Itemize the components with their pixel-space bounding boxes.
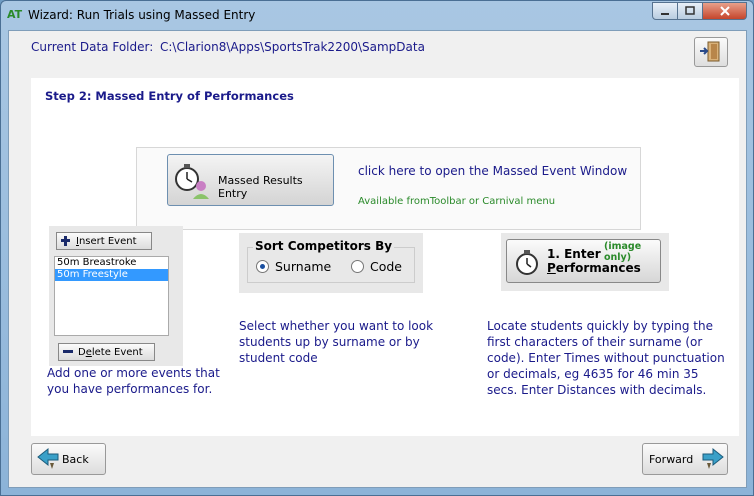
back-arrow-icon (37, 447, 59, 469)
sort-option-code-label: Code (370, 259, 403, 274)
delete-event-label-start: D (78, 346, 86, 358)
exit-button[interactable] (694, 37, 728, 67)
sort-option-surname-label: Surname (275, 259, 332, 274)
forward-arrow-icon (702, 447, 724, 469)
step-title: Step 2: Massed Entry of Performances (45, 89, 294, 103)
sort-option-surname: Surname (256, 259, 331, 274)
sort-description: Select whether you want to look students… (239, 319, 434, 365)
massed-results-entry-label: Massed Results Entry (218, 174, 303, 200)
minimize-icon (661, 13, 669, 15)
title-bar: AT Wizard: Run Trials using Massed Entry (1, 1, 753, 29)
enter-performances-line2-rest: erformances (555, 261, 641, 275)
enter-performances-button: (image only) 1. Enter Performances (506, 239, 661, 283)
wizard-window: AT Wizard: Run Trials using Massed Entry… (0, 0, 754, 496)
massed-results-entry-button[interactable]: Massed Results Entry (167, 154, 334, 206)
list-item-selected: 50m Freestyle (55, 269, 168, 281)
enter-performances-line2: Performances (547, 261, 647, 275)
list-item: 50m Breastroke (57, 257, 137, 268)
stopwatch-icon (516, 250, 538, 275)
data-folder-label: Current Data Folder: (31, 40, 154, 54)
enter-performances-line1: 1. Enter (547, 247, 601, 261)
massed-entry-box: Massed Results Entry click here to open … (136, 147, 641, 230)
delete-event-label-end: lete Event (91, 346, 143, 358)
maximize-icon (685, 6, 695, 15)
enter-performances-mnemonic: P (547, 261, 556, 275)
forward-button-label: Forward (649, 453, 694, 466)
sort-option-code: Code (351, 259, 402, 274)
window-title: Wizard: Run Trials using Massed Entry (28, 8, 256, 22)
sort-competitors-image: Sort Competitors By Surname Code (239, 233, 423, 293)
close-icon (719, 6, 730, 16)
enter-performances-label: 1. Enter Performances (547, 247, 647, 275)
massed-availability-note: Available fromToolbar or Carnival menu (358, 196, 556, 207)
insert-event-label: nsert Event (78, 235, 137, 247)
back-button-label: Back (62, 453, 89, 466)
back-button[interactable]: Back (31, 443, 106, 475)
sort-group-title: Sort Competitors By (253, 239, 395, 253)
delete-event-button: De lete Event (58, 343, 155, 361)
enter-performances-image: (image only) 1. Enter Performances (501, 233, 669, 291)
minus-icon (63, 350, 73, 353)
wizard-client-area: Current Data Folder: C:\Clarion8\Apps\Sp… (8, 30, 747, 488)
data-folder-path: C:\Clarion8\Apps\SportsTrak2200\SampData (160, 40, 425, 54)
massed-window-hint: click here to open the Massed Event Wind… (358, 164, 628, 178)
forward-button[interactable]: Forward (642, 443, 728, 475)
events-image: Insert Event 50m Breastroke 50m Freestyl… (49, 226, 183, 366)
maximize-button[interactable] (678, 2, 703, 20)
plus-icon (61, 236, 70, 246)
sort-group: Sort Competitors By Surname Code (247, 239, 415, 283)
enter-description: Locate students quickly by typing the fi… (487, 319, 725, 397)
window-controls (652, 2, 747, 21)
events-description: Add one or more events that you have per… (47, 366, 220, 396)
events-list: 50m Breastroke 50m Freestyle (54, 256, 169, 336)
radio-selected-icon (256, 260, 269, 273)
step-panel: Step 2: Massed Entry of Performances Mas… (31, 78, 739, 436)
close-button[interactable] (703, 2, 747, 20)
exit-door-icon (700, 41, 720, 62)
app-logo-icon: AT (7, 8, 23, 21)
insert-event-button: Insert Event (56, 232, 152, 250)
minimize-button[interactable] (652, 2, 678, 20)
radio-unselected-icon (351, 260, 364, 273)
stopwatch-person-icon (175, 164, 209, 199)
